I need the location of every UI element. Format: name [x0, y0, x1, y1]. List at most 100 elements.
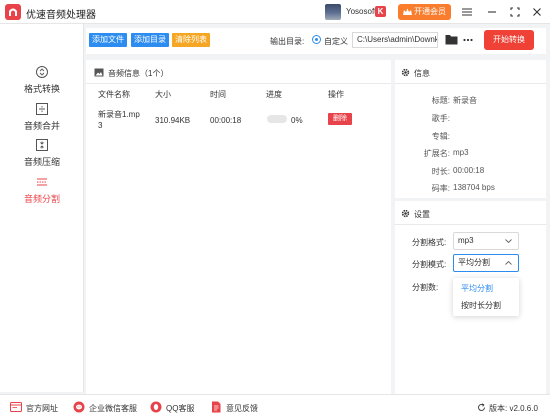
column-size: 大小 — [155, 90, 171, 99]
main-toolbar: 添加文件 添加目录 清除列表 输出目录: 自定义 C:\Users\admin\… — [86, 28, 546, 54]
info-row-album: 专辑: — [395, 131, 546, 143]
info-row-title: 标题: 新录音 — [395, 95, 546, 107]
app-title: 优速音频处理器 — [26, 10, 96, 21]
table-header: 文件名称 大小 时间 进度 操作 — [86, 89, 391, 103]
clear-list-button[interactable]: 清除列表 — [172, 33, 210, 47]
chevron-up-icon — [505, 261, 512, 265]
info-row-duration: 时长: 00:00:18 — [395, 166, 546, 178]
info-key: 扩展名: — [423, 149, 450, 158]
user-avatar[interactable] — [325, 4, 341, 20]
split-format-select[interactable]: mp3 — [453, 232, 519, 250]
vip-button-label: 开通会员 — [414, 7, 446, 16]
refresh-icon[interactable] — [477, 403, 486, 412]
folder-icon[interactable] — [445, 34, 458, 45]
column-action: 操作 — [328, 90, 344, 99]
gear-icon — [401, 68, 410, 77]
settings-header: 设置 — [395, 201, 546, 225]
audio-split-icon — [37, 178, 47, 186]
split-mode-select[interactable]: 平均分割 — [453, 254, 519, 272]
table-row[interactable]: 新录音1.mp3 310.94KB 00:00:18 0% 删除 — [86, 109, 391, 135]
split-count-label: 分割数: — [412, 283, 439, 292]
info-row-artist: 歌手: — [395, 113, 546, 125]
custom-radio[interactable] — [312, 35, 321, 44]
app-logo-icon — [5, 4, 21, 20]
file-name: 新录音1.mp3 — [98, 110, 140, 130]
website-label: 官方网址 — [26, 404, 58, 413]
audio-compress-icon — [36, 139, 48, 151]
info-value: mp3 — [453, 148, 469, 157]
chevron-down-icon — [505, 239, 512, 243]
dropdown-option-by-duration[interactable]: 按时长分割 — [461, 300, 501, 311]
split-mode-value: 平均分割 — [458, 258, 490, 267]
audio-merge-icon — [36, 103, 48, 115]
dropdown-option-average[interactable]: 平均分割 — [461, 283, 493, 294]
output-path-input[interactable]: C:\Users\admin\Downk — [352, 32, 438, 48]
sidebar-item-label: 格式转换 — [23, 84, 60, 94]
settings-title: 设置 — [414, 210, 430, 219]
feedback-label: 意见反馈 — [226, 404, 258, 413]
info-key: 时长: — [431, 167, 450, 176]
split-mode-label: 分割模式: — [412, 260, 447, 269]
info-key: 码率: — [431, 184, 450, 193]
custom-radio-label[interactable]: 自定义 — [324, 36, 348, 47]
version-label: 版本: v2.0.6.0 — [489, 404, 538, 413]
info-title: 信息 — [414, 69, 430, 78]
qq-icon — [150, 401, 162, 413]
crown-icon — [403, 8, 412, 15]
delete-button[interactable]: 删除 — [328, 113, 352, 125]
user-name[interactable]: Yososoft — [346, 7, 376, 16]
sidebar-item-label: 音频分割 — [23, 194, 60, 204]
wechat-icon — [73, 401, 85, 413]
audio-list-header: 音频信息（1个） — [86, 60, 391, 84]
feedback-icon — [212, 401, 221, 413]
sidebar: 格式转换 音频合并 音频压缩 音频分割 — [0, 24, 84, 392]
add-directory-button[interactable]: 添加目录 — [131, 33, 169, 47]
close-icon[interactable] — [530, 5, 544, 19]
progress-text: 0% — [291, 116, 303, 125]
wechat-label: 企业微信客服 — [89, 404, 137, 413]
sidebar-item-format-convert[interactable]: 格式转换 — [0, 62, 84, 96]
user-badge-icon: K — [375, 6, 386, 17]
sidebar-item-audio-compress[interactable]: 音频压缩 — [0, 135, 84, 169]
info-value: 00:00:18 — [453, 166, 485, 175]
output-dir-label: 输出目录: — [270, 37, 305, 46]
split-mode-dropdown: 平均分割 按时长分割 — [453, 278, 519, 316]
column-time: 时间 — [210, 90, 226, 99]
audio-list-title: 音频信息（1个） — [108, 69, 169, 78]
website-icon — [10, 402, 22, 412]
file-size: 310.94KB — [155, 116, 191, 125]
sidebar-item-audio-split[interactable]: 音频分割 — [0, 172, 84, 206]
title-bar: 优速音频处理器 Yososoft K 开通会员 — [0, 0, 550, 24]
format-convert-icon — [36, 66, 48, 78]
maximize-icon[interactable] — [508, 5, 522, 19]
column-progress: 进度 — [266, 90, 282, 99]
start-convert-button[interactable]: 开始转换 — [484, 30, 534, 50]
info-header: 信息 — [395, 60, 546, 84]
info-key: 专辑: — [431, 132, 450, 141]
split-format-label: 分割格式: — [412, 238, 447, 247]
sidebar-item-label: 音频压缩 — [23, 157, 60, 167]
info-key: 标题: — [431, 96, 450, 105]
minimize-icon[interactable] — [485, 5, 499, 19]
info-row-bitrate: 码率: 138704 bps — [395, 183, 546, 195]
footer: 官方网址 企业微信客服 QQ客服 意见反馈 版本: v2.0.6.0 — [0, 394, 550, 418]
audio-list-panel: 音频信息（1个） 文件名称 大小 时间 进度 操作 新录音1.mp3 310.9… — [86, 60, 391, 394]
more-icon[interactable] — [463, 38, 473, 42]
info-key: 歌手: — [431, 114, 450, 123]
progress-bar — [267, 115, 287, 123]
add-file-button[interactable]: 添加文件 — [89, 33, 127, 47]
settings-panel: 设置 分割格式: mp3 分割模式: 平均分割 分割数: 平均分割 按时长分割 — [395, 201, 546, 394]
info-panel: 信息 标题: 新录音 歌手: 专辑: 扩展名: mp3 时长: 00:00:18… — [395, 60, 546, 198]
sidebar-item-audio-merge[interactable]: 音频合并 — [0, 99, 84, 133]
file-time: 00:00:18 — [210, 116, 242, 125]
qq-label: QQ客服 — [166, 404, 195, 413]
sidebar-item-label: 音频合并 — [23, 121, 60, 131]
gear-icon — [401, 209, 410, 218]
vip-button[interactable]: 开通会员 — [398, 4, 451, 20]
info-value: 138704 bps — [453, 183, 495, 192]
info-row-extension: 扩展名: mp3 — [395, 148, 546, 160]
info-value: 新录音 — [453, 96, 477, 105]
column-name: 文件名称 — [98, 90, 130, 99]
menu-icon[interactable] — [460, 5, 474, 19]
image-icon — [94, 68, 104, 77]
